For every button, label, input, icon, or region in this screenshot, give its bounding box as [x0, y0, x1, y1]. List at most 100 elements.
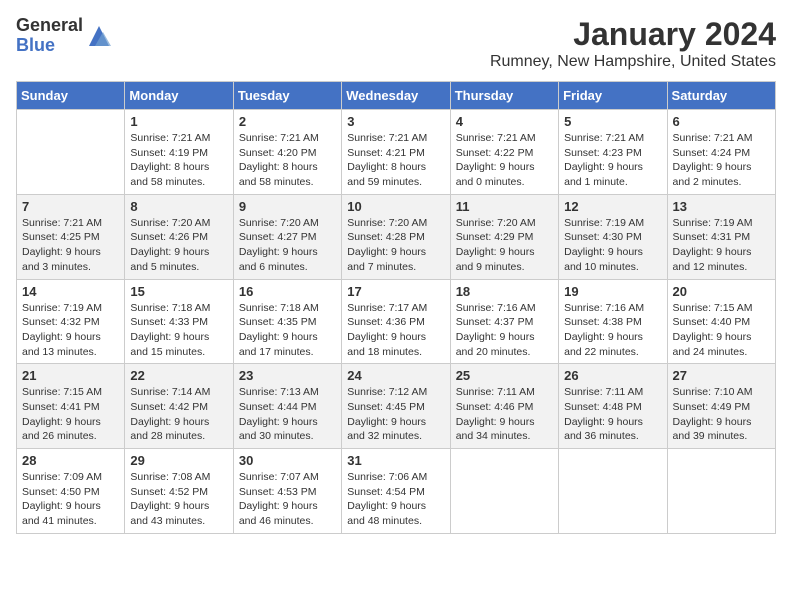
- day-number: 18: [456, 284, 553, 299]
- calendar-cell: 8 Sunrise: 7:20 AM Sunset: 4:26 PM Daylig…: [125, 194, 233, 279]
- logo-general-text: General: [16, 16, 83, 36]
- calendar-cell: 11 Sunrise: 7:20 AM Sunset: 4:29 PM Dayli…: [450, 194, 558, 279]
- day-info: Sunrise: 7:21 AM Sunset: 4:19 PM Dayligh…: [130, 131, 227, 190]
- location-title: Rumney, New Hampshire, United States: [490, 53, 776, 71]
- day-number: 21: [22, 368, 119, 383]
- calendar-cell: 31 Sunrise: 7:06 AM Sunset: 4:54 PM Dayli…: [342, 449, 450, 534]
- weekday-header-sunday: Sunday: [17, 82, 125, 110]
- logo: General Blue: [16, 16, 113, 56]
- calendar-cell: 13 Sunrise: 7:19 AM Sunset: 4:31 PM Dayli…: [667, 194, 775, 279]
- day-info: Sunrise: 7:08 AM Sunset: 4:52 PM Dayligh…: [130, 470, 227, 529]
- calendar-cell: 26Sunrise: 7:11 AM Sunset: 4:48 PM Dayli…: [559, 364, 667, 449]
- day-number: 3: [347, 114, 444, 129]
- calendar-cell: [450, 449, 558, 534]
- day-info: Sunrise: 7:21 AM Sunset: 4:22 PM Dayligh…: [456, 131, 553, 190]
- calendar-cell: 2 Sunrise: 7:21 AM Sunset: 4:20 PM Daylig…: [233, 110, 341, 195]
- day-info: Sunrise: 7:20 AM Sunset: 4:29 PM Dayligh…: [456, 216, 553, 275]
- day-number: 12: [564, 199, 661, 214]
- calendar-cell: 29 Sunrise: 7:08 AM Sunset: 4:52 PM Dayli…: [125, 449, 233, 534]
- calendar-cell: 7 Sunrise: 7:21 AM Sunset: 4:25 PM Daylig…: [17, 194, 125, 279]
- day-number: 5: [564, 114, 661, 129]
- calendar-cell: 18 Sunrise: 7:16 AM Sunset: 4:37 PM Dayli…: [450, 279, 558, 364]
- day-number: 14: [22, 284, 119, 299]
- day-info: Sunrise: 7:06 AM Sunset: 4:54 PM Dayligh…: [347, 470, 444, 529]
- day-info: Sunrise: 7:15 AM Sunset: 4:41 PM Dayligh…: [22, 385, 119, 444]
- day-info: Sunrise: 7:20 AM Sunset: 4:26 PM Dayligh…: [130, 216, 227, 275]
- day-number: 25: [456, 368, 553, 383]
- day-info: Sunrise: 7:21 AM Sunset: 4:21 PM Dayligh…: [347, 131, 444, 190]
- day-info: Sunrise: 7:11 AM Sunset: 4:46 PM Dayligh…: [456, 385, 553, 444]
- day-info: Sunrise: 7:19 AM Sunset: 4:30 PM Dayligh…: [564, 216, 661, 275]
- calendar-cell: 14 Sunrise: 7:19 AM Sunset: 4:32 PM Dayli…: [17, 279, 125, 364]
- day-number: 20: [673, 284, 770, 299]
- day-number: 26: [564, 368, 661, 383]
- weekday-header-monday: Monday: [125, 82, 233, 110]
- day-info: Sunrise: 7:16 AM Sunset: 4:38 PM Dayligh…: [564, 301, 661, 360]
- week-row-2: 7 Sunrise: 7:21 AM Sunset: 4:25 PM Daylig…: [17, 194, 776, 279]
- week-row-3: 14 Sunrise: 7:19 AM Sunset: 4:32 PM Dayli…: [17, 279, 776, 364]
- calendar-cell: 6 Sunrise: 7:21 AM Sunset: 4:24 PM Daylig…: [667, 110, 775, 195]
- day-number: 11: [456, 199, 553, 214]
- day-number: 2: [239, 114, 336, 129]
- day-info: Sunrise: 7:19 AM Sunset: 4:31 PM Dayligh…: [673, 216, 770, 275]
- calendar-cell: 24Sunrise: 7:12 AM Sunset: 4:45 PM Dayli…: [342, 364, 450, 449]
- day-info: Sunrise: 7:20 AM Sunset: 4:27 PM Dayligh…: [239, 216, 336, 275]
- calendar-cell: 1Sunrise: 7:21 AM Sunset: 4:19 PM Daylig…: [125, 110, 233, 195]
- day-info: Sunrise: 7:15 AM Sunset: 4:40 PM Dayligh…: [673, 301, 770, 360]
- day-info: Sunrise: 7:14 AM Sunset: 4:42 PM Dayligh…: [130, 385, 227, 444]
- calendar-cell: 12 Sunrise: 7:19 AM Sunset: 4:30 PM Dayli…: [559, 194, 667, 279]
- day-number: 23: [239, 368, 336, 383]
- calendar-cell: 15Sunrise: 7:18 AM Sunset: 4:33 PM Dayli…: [125, 279, 233, 364]
- day-number: 13: [673, 199, 770, 214]
- day-info: Sunrise: 7:18 AM Sunset: 4:35 PM Dayligh…: [239, 301, 336, 360]
- day-info: Sunrise: 7:20 AM Sunset: 4:28 PM Dayligh…: [347, 216, 444, 275]
- day-number: 19: [564, 284, 661, 299]
- day-info: Sunrise: 7:12 AM Sunset: 4:45 PM Dayligh…: [347, 385, 444, 444]
- weekday-header-row: SundayMondayTuesdayWednesdayThursdayFrid…: [17, 82, 776, 110]
- day-info: Sunrise: 7:19 AM Sunset: 4:32 PM Dayligh…: [22, 301, 119, 360]
- day-info: Sunrise: 7:21 AM Sunset: 4:23 PM Dayligh…: [564, 131, 661, 190]
- day-number: 29: [130, 453, 227, 468]
- calendar-cell: 22 Sunrise: 7:14 AM Sunset: 4:42 PM Dayli…: [125, 364, 233, 449]
- day-number: 8: [130, 199, 227, 214]
- calendar-cell: 9 Sunrise: 7:20 AM Sunset: 4:27 PM Daylig…: [233, 194, 341, 279]
- day-number: 6: [673, 114, 770, 129]
- logo-blue-text: Blue: [16, 36, 83, 56]
- calendar-cell: [17, 110, 125, 195]
- page-header: General Blue January 2024 Rumney, New Ha…: [16, 16, 776, 71]
- calendar-cell: 25 Sunrise: 7:11 AM Sunset: 4:46 PM Dayli…: [450, 364, 558, 449]
- calendar-cell: 3 Sunrise: 7:21 AM Sunset: 4:21 PM Daylig…: [342, 110, 450, 195]
- day-number: 4: [456, 114, 553, 129]
- day-info: Sunrise: 7:17 AM Sunset: 4:36 PM Dayligh…: [347, 301, 444, 360]
- day-number: 7: [22, 199, 119, 214]
- day-number: 28: [22, 453, 119, 468]
- day-info: Sunrise: 7:21 AM Sunset: 4:25 PM Dayligh…: [22, 216, 119, 275]
- weekday-header-saturday: Saturday: [667, 82, 775, 110]
- day-info: Sunrise: 7:21 AM Sunset: 4:20 PM Dayligh…: [239, 131, 336, 190]
- day-number: 27: [673, 368, 770, 383]
- weekday-header-friday: Friday: [559, 82, 667, 110]
- calendar-cell: 27 Sunrise: 7:10 AM Sunset: 4:49 PM Dayli…: [667, 364, 775, 449]
- day-number: 15: [130, 284, 227, 299]
- calendar-cell: 10Sunrise: 7:20 AM Sunset: 4:28 PM Dayli…: [342, 194, 450, 279]
- day-info: Sunrise: 7:16 AM Sunset: 4:37 PM Dayligh…: [456, 301, 553, 360]
- day-number: 30: [239, 453, 336, 468]
- calendar-cell: 5 Sunrise: 7:21 AM Sunset: 4:23 PM Daylig…: [559, 110, 667, 195]
- weekday-header-wednesday: Wednesday: [342, 82, 450, 110]
- day-number: 31: [347, 453, 444, 468]
- calendar-cell: 17 Sunrise: 7:17 AM Sunset: 4:36 PM Dayli…: [342, 279, 450, 364]
- day-info: Sunrise: 7:10 AM Sunset: 4:49 PM Dayligh…: [673, 385, 770, 444]
- calendar-cell: 16 Sunrise: 7:18 AM Sunset: 4:35 PM Dayli…: [233, 279, 341, 364]
- day-number: 16: [239, 284, 336, 299]
- day-number: 17: [347, 284, 444, 299]
- day-info: Sunrise: 7:13 AM Sunset: 4:44 PM Dayligh…: [239, 385, 336, 444]
- calendar-cell: 30Sunrise: 7:07 AM Sunset: 4:53 PM Dayli…: [233, 449, 341, 534]
- weekday-header-tuesday: Tuesday: [233, 82, 341, 110]
- calendar-cell: [559, 449, 667, 534]
- day-number: 9: [239, 199, 336, 214]
- day-number: 22: [130, 368, 227, 383]
- weekday-header-thursday: Thursday: [450, 82, 558, 110]
- day-info: Sunrise: 7:21 AM Sunset: 4:24 PM Dayligh…: [673, 131, 770, 190]
- week-row-5: 28Sunrise: 7:09 AM Sunset: 4:50 PM Dayli…: [17, 449, 776, 534]
- week-row-1: 1Sunrise: 7:21 AM Sunset: 4:19 PM Daylig…: [17, 110, 776, 195]
